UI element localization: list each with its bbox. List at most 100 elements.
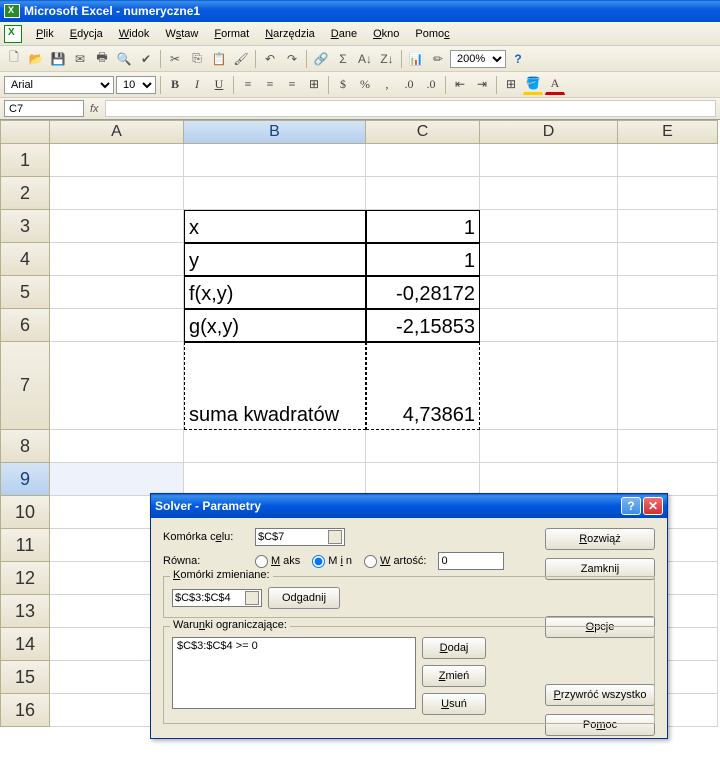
radio-min[interactable]: Min xyxy=(312,555,352,568)
menu-data[interactable]: Dane xyxy=(323,26,365,42)
cell-E4[interactable] xyxy=(618,243,718,276)
row-head-15[interactable]: 15 xyxy=(0,661,50,694)
cell-C7[interactable]: 4,73861 xyxy=(366,342,480,430)
fx-label[interactable]: fx xyxy=(90,103,99,115)
guess-button[interactable]: Odgadnij xyxy=(268,587,340,609)
cell-C3[interactable]: 1 xyxy=(366,210,480,243)
cell-B6[interactable]: g(x,y) xyxy=(184,309,366,342)
align-right-icon[interactable]: ≡ xyxy=(282,75,302,95)
cell-A7[interactable] xyxy=(50,342,184,430)
name-box[interactable]: C7 xyxy=(4,100,84,117)
add-constraint-button[interactable]: Dodaj xyxy=(422,637,486,659)
cell-C6[interactable]: -2,15853 xyxy=(366,309,480,342)
increase-decimal-icon[interactable]: .0 xyxy=(399,75,419,95)
cell-E8[interactable] xyxy=(618,430,718,463)
italic-button[interactable]: I xyxy=(187,75,207,95)
redo-icon[interactable]: ↷ xyxy=(282,49,302,69)
dialog-close-icon[interactable]: ✕ xyxy=(643,497,663,515)
row-head-10[interactable]: 10 xyxy=(0,496,50,529)
underline-button[interactable]: U xyxy=(209,75,229,95)
workbook-icon[interactable] xyxy=(4,25,22,43)
cell-A9[interactable] xyxy=(50,463,184,496)
col-head-D[interactable]: D xyxy=(480,120,618,144)
row-head-3[interactable]: 3 xyxy=(0,210,50,243)
drawing-icon[interactable]: ✏ xyxy=(428,49,448,69)
currency-icon[interactable]: $ xyxy=(333,75,353,95)
font-color-icon[interactable]: A xyxy=(545,75,565,95)
cell-E6[interactable] xyxy=(618,309,718,342)
menu-file[interactable]: Plik xyxy=(28,26,62,42)
cell-D8[interactable] xyxy=(480,430,618,463)
undo-icon[interactable]: ↶ xyxy=(260,49,280,69)
cell-B8[interactable] xyxy=(184,430,366,463)
font-name-select[interactable]: Arial xyxy=(4,76,114,94)
row-head-6[interactable]: 6 xyxy=(0,309,50,342)
align-center-icon[interactable]: ≡ xyxy=(260,75,280,95)
fill-color-icon[interactable]: 🪣 xyxy=(523,75,543,95)
row-head-13[interactable]: 13 xyxy=(0,595,50,628)
cell-D9[interactable] xyxy=(480,463,618,496)
col-head-A[interactable]: A xyxy=(50,120,184,144)
sort-desc-icon[interactable]: Z↓ xyxy=(377,49,397,69)
cell-E5[interactable] xyxy=(618,276,718,309)
autosum-icon[interactable]: Σ xyxy=(333,49,353,69)
cell-B5[interactable]: f(x,y) xyxy=(184,276,366,309)
row-head-2[interactable]: 2 xyxy=(0,177,50,210)
cell-E9[interactable] xyxy=(618,463,718,496)
cell-B1[interactable] xyxy=(184,144,366,177)
delete-constraint-button[interactable]: Usuń xyxy=(422,693,486,715)
new-icon[interactable]: 🗋 xyxy=(4,49,24,69)
cell-B4[interactable]: y xyxy=(184,243,366,276)
cell-B3[interactable]: x xyxy=(184,210,366,243)
cell-D4[interactable] xyxy=(480,243,618,276)
print-icon[interactable]: 🖶 xyxy=(92,49,112,69)
menu-format[interactable]: Format xyxy=(206,26,257,42)
menu-insert[interactable]: Wstaw xyxy=(157,26,206,42)
cell-D7[interactable] xyxy=(480,342,618,430)
menu-window[interactable]: Okno xyxy=(365,26,407,42)
select-all-corner[interactable] xyxy=(0,120,50,144)
merge-icon[interactable]: ⊞ xyxy=(304,75,324,95)
row-head-8[interactable]: 8 xyxy=(0,430,50,463)
preview-icon[interactable]: 🔍 xyxy=(114,49,134,69)
change-constraint-button[interactable]: Zmień xyxy=(422,665,486,687)
copy-icon[interactable]: ⎘ xyxy=(187,49,207,69)
menu-edit[interactable]: Edycja xyxy=(62,26,111,42)
cell-E1[interactable] xyxy=(618,144,718,177)
cell-D2[interactable] xyxy=(480,177,618,210)
row-head-9[interactable]: 9 xyxy=(0,463,50,496)
cell-A8[interactable] xyxy=(50,430,184,463)
cell-D6[interactable] xyxy=(480,309,618,342)
radio-max[interactable]: Maks xyxy=(255,555,300,568)
cut-icon[interactable]: ✂ xyxy=(165,49,185,69)
decrease-indent-icon[interactable]: ⇤ xyxy=(450,75,470,95)
mail-icon[interactable]: ✉ xyxy=(70,49,90,69)
value-input[interactable] xyxy=(438,552,504,570)
percent-icon[interactable]: % xyxy=(355,75,375,95)
spell-icon[interactable]: ✔ xyxy=(136,49,156,69)
menu-view[interactable]: Widok xyxy=(111,26,158,42)
refedit-icon[interactable] xyxy=(245,591,259,605)
cell-B9[interactable] xyxy=(184,463,366,496)
cell-E3[interactable] xyxy=(618,210,718,243)
row-head-16[interactable]: 16 xyxy=(0,694,50,727)
bold-button[interactable]: B xyxy=(165,75,185,95)
row-head-11[interactable]: 11 xyxy=(0,529,50,562)
cell-A2[interactable] xyxy=(50,177,184,210)
format-painter-icon[interactable]: 🖌 xyxy=(231,49,251,69)
row-head-4[interactable]: 4 xyxy=(0,243,50,276)
menu-tools[interactable]: Narzędzia xyxy=(257,26,323,42)
chart-icon[interactable]: 📊 xyxy=(406,49,426,69)
row-head-12[interactable]: 12 xyxy=(0,562,50,595)
row-head-7[interactable]: 7 xyxy=(0,342,50,430)
row-head-5[interactable]: 5 xyxy=(0,276,50,309)
target-cell-input[interactable]: $C$7 xyxy=(255,528,345,546)
borders-icon[interactable]: ⊞ xyxy=(501,75,521,95)
hyperlink-icon[interactable]: 🔗 xyxy=(311,49,331,69)
cell-A6[interactable] xyxy=(50,309,184,342)
increase-indent-icon[interactable]: ⇥ xyxy=(472,75,492,95)
zoom-select[interactable]: 200% xyxy=(450,50,506,68)
sort-asc-icon[interactable]: A↓ xyxy=(355,49,375,69)
comma-icon[interactable]: , xyxy=(377,75,397,95)
help-icon[interactable]: ? xyxy=(508,49,528,69)
